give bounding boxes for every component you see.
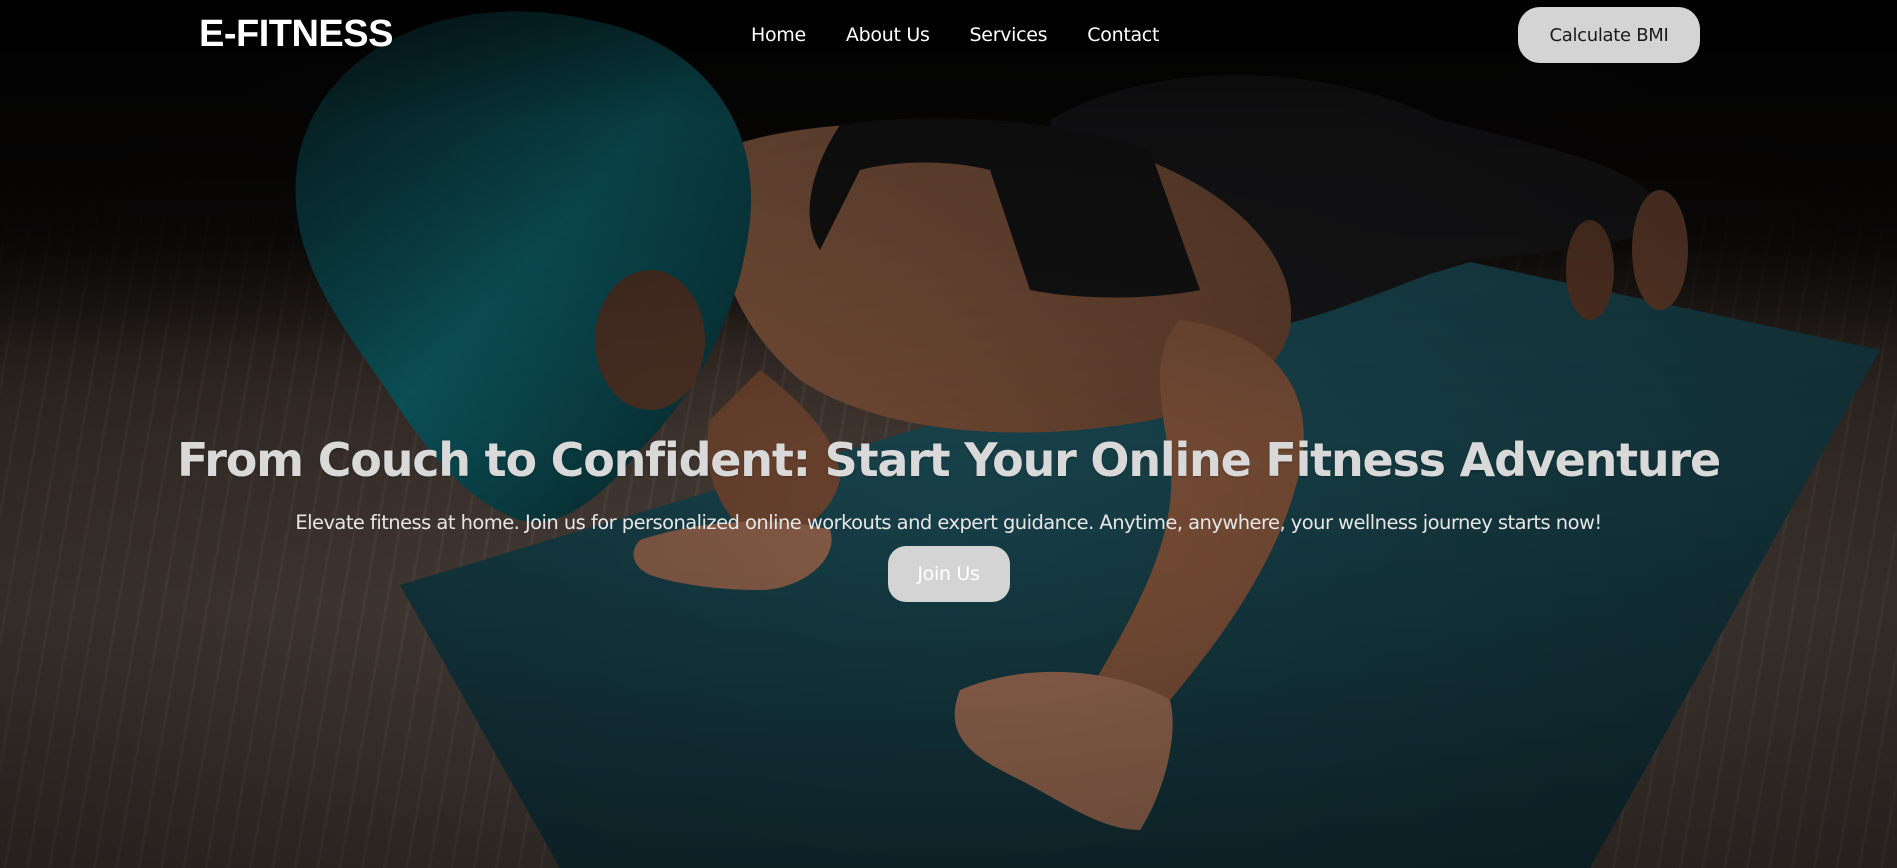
nav-item-home: Home (751, 22, 806, 48)
nav-link-services[interactable]: Services (970, 24, 1048, 46)
hero-title: From Couch to Confident: Start Your Onli… (177, 433, 1721, 487)
nav-link-about-us[interactable]: About Us (846, 24, 930, 46)
hero-subtitle: Elevate fitness at home. Join us for per… (295, 511, 1602, 534)
nav-link-contact[interactable]: Contact (1087, 24, 1159, 46)
nav-item-services: Services (970, 22, 1048, 48)
nav-links: Home About Us Services Contact (751, 22, 1159, 48)
brand-logo[interactable]: E-FITNESS (199, 10, 393, 58)
nav-item-about: About Us (846, 22, 930, 48)
hero-content: From Couch to Confident: Start Your Onli… (0, 428, 1897, 602)
calculate-bmi-button[interactable]: Calculate BMI (1518, 7, 1700, 63)
navbar: E-FITNESS Home About Us Services Contact… (0, 0, 1897, 70)
nav-link-home[interactable]: Home (751, 24, 806, 46)
nav-item-contact: Contact (1087, 22, 1159, 48)
hero-section: E-FITNESS Home About Us Services Contact… (0, 0, 1897, 868)
join-us-button[interactable]: Join Us (887, 546, 1010, 602)
